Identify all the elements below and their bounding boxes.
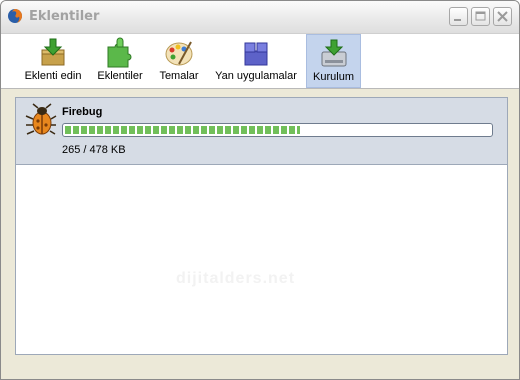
progress-fill — [65, 126, 300, 134]
install-drive-icon — [321, 39, 347, 67]
maximize-icon — [475, 11, 486, 21]
tab-get-addons[interactable]: Eklenti edin — [15, 34, 91, 88]
window-title: Eklentiler — [29, 9, 100, 24]
minimize-button[interactable] — [449, 7, 468, 26]
plugins-blocks-icon — [244, 42, 268, 66]
get-addons-icon — [41, 38, 65, 66]
firebug-icon — [25, 103, 57, 135]
tab-label: Eklentiler — [97, 70, 143, 82]
tab-label: Eklenti edin — [24, 70, 82, 82]
addons-window: Eklentiler Eklenti edin Eklentiler Temal… — [0, 0, 520, 380]
install-list: Firebug 265 / 478 KB dijitalders.net — [15, 97, 508, 355]
firefox-icon — [8, 9, 22, 23]
tab-install[interactable]: Kurulum — [306, 34, 361, 88]
addons-toolbar: Eklenti edin Eklentiler Temalar Yan uygu… — [1, 34, 519, 89]
title-bar[interactable]: Eklentiler — [1, 1, 519, 34]
themes-palette-icon — [165, 41, 193, 66]
watermark: dijitalders.net — [176, 270, 296, 287]
tab-label: Temalar — [159, 70, 199, 82]
addon-name: Firebug — [62, 106, 103, 118]
tab-extensions[interactable]: Eklentiler — [93, 34, 147, 88]
list-item[interactable]: Firebug 265 / 478 KB — [16, 98, 507, 165]
close-button[interactable] — [493, 7, 512, 26]
download-progress-bar — [62, 123, 493, 137]
tab-themes[interactable]: Temalar — [153, 34, 205, 88]
tab-label: Yan uygulamalar — [215, 70, 297, 82]
download-size: 265 / 478 KB — [62, 144, 126, 156]
extensions-puzzle-icon — [107, 37, 132, 68]
maximize-button[interactable] — [471, 7, 490, 26]
tab-label: Kurulum — [313, 71, 354, 83]
tab-plugins[interactable]: Yan uygulamalar — [211, 34, 301, 88]
close-icon — [497, 11, 508, 22]
minimize-icon — [454, 19, 461, 21]
